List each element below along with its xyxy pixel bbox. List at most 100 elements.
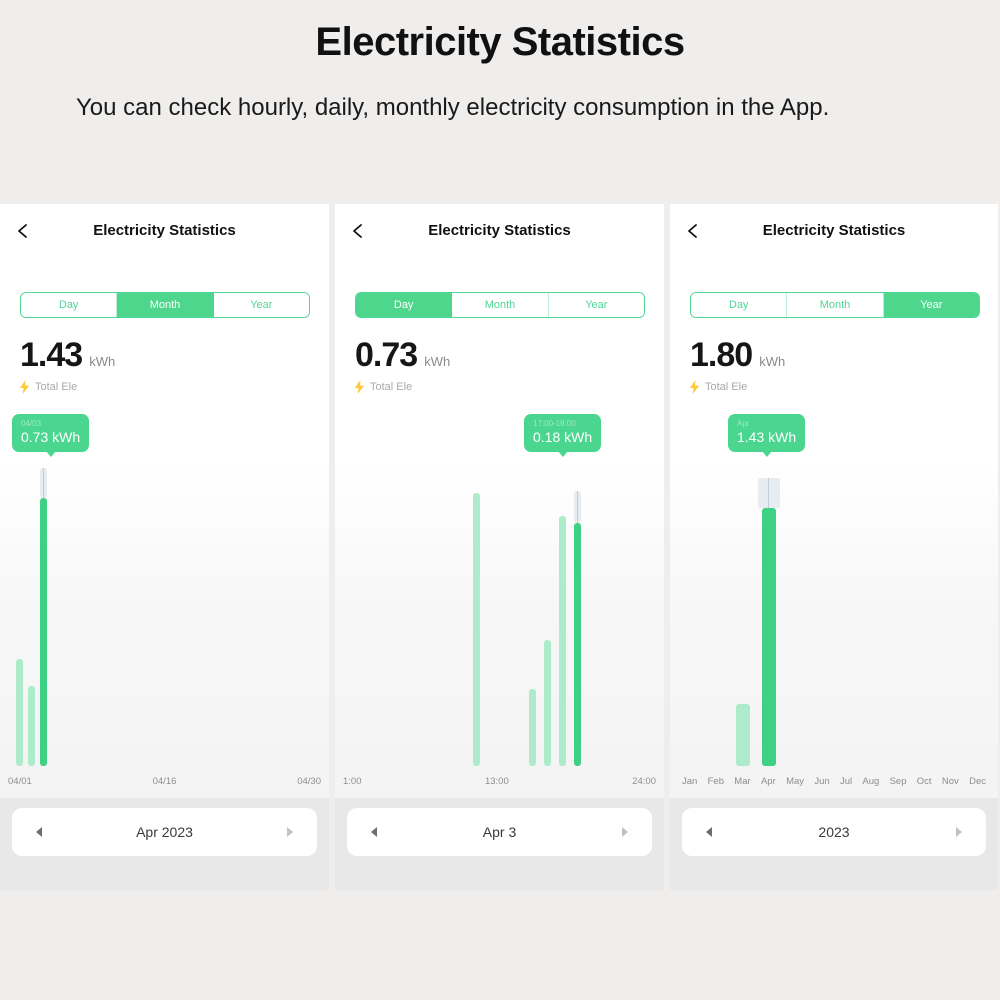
period-navigator[interactable]: 2023	[682, 808, 986, 856]
x-tick-mid: 04/16	[152, 776, 177, 787]
app-header: Electricity Statistics	[335, 204, 664, 262]
panel-body: Day Month Year 1.43 kWh Total Ele 04/03 …	[0, 262, 329, 890]
tab-day[interactable]: Day	[21, 293, 118, 317]
page-root: Electricity Statistics You can check hou…	[0, 0, 1000, 1000]
total-electricity-label-row: Total Ele	[354, 380, 412, 394]
bar-chart-year[interactable]: Apr 1.43 kWh Jan Feb Mar Apr May Jun Jul…	[670, 410, 998, 830]
chart-tooltip: 04/03 0.73 kWh	[12, 414, 90, 457]
triangle-right-icon[interactable]	[273, 808, 307, 856]
page-title: Electricity Statistics	[315, 20, 685, 64]
lightning-bolt-icon	[689, 380, 700, 394]
triangle-right-icon[interactable]	[942, 808, 976, 856]
x-tick-apr: Apr	[760, 776, 776, 787]
tab-year[interactable]: Year	[213, 293, 309, 317]
header-title: Electricity Statistics	[428, 222, 571, 239]
x-tick-aug: Aug	[862, 776, 880, 787]
x-tick-end: 24:00	[632, 776, 656, 787]
total-value: 1.43 kWh	[20, 338, 115, 372]
phone-panel-year: Electricity Statistics Day Month Year 1.…	[670, 204, 998, 890]
total-value: 0.73 kWh	[355, 338, 450, 372]
bar-chart-month[interactable]: 04/03 0.73 kWh 04/01 04/16 04/30	[0, 410, 329, 830]
period-segmented-control[interactable]: Day Month Year	[20, 292, 310, 318]
x-tick-oct: Oct	[916, 776, 932, 787]
total-value-unit: kWh	[759, 354, 786, 369]
app-header: Electricity Statistics	[670, 204, 998, 262]
header-title: Electricity Statistics	[93, 222, 236, 239]
triangle-left-icon[interactable]	[692, 808, 726, 856]
tooltip-value: 1.43 kWh	[737, 429, 797, 445]
x-axis-labels: 04/01 04/16 04/30	[8, 776, 321, 792]
period-label: 2023	[818, 824, 850, 840]
tab-month[interactable]: Month	[452, 293, 549, 317]
tooltip-caption: Apr	[737, 419, 750, 428]
x-tick-start: 04/01	[8, 776, 32, 787]
tab-day[interactable]: Day	[691, 293, 788, 317]
period-segmented-control[interactable]: Day Month Year	[690, 292, 980, 318]
total-electricity-label: Total Ele	[705, 381, 748, 393]
period-label: Apr 3	[482, 824, 517, 840]
bar-hour-17-18-selected[interactable]	[574, 523, 581, 766]
bar-apr-selected[interactable]	[762, 508, 776, 766]
bar-hour-15[interactable]	[529, 689, 536, 766]
selection-marker	[758, 478, 780, 508]
total-value-number: 1.43	[20, 336, 83, 374]
phone-screenshot-row: Electricity Statistics Day Month Year 1.…	[0, 204, 1000, 890]
selection-marker-line	[768, 478, 769, 508]
app-header: Electricity Statistics	[0, 204, 329, 262]
tooltip-value: 0.73 kWh	[21, 429, 81, 445]
plot-area	[8, 468, 321, 766]
x-axis-labels: Jan Feb Mar Apr May Jun Jul Aug Sep Oct …	[678, 776, 990, 792]
tab-year[interactable]: Year	[883, 293, 979, 317]
period-label: Apr 2023	[136, 824, 193, 840]
period-navigator[interactable]: Apr 3	[347, 808, 652, 856]
triangle-left-icon[interactable]	[22, 808, 56, 856]
bar-04-01[interactable]	[16, 659, 23, 766]
total-electricity-label: Total Ele	[35, 381, 78, 393]
chart-tooltip: 17:00-18:00 0.18 kWh	[524, 414, 602, 457]
tooltip-value: 0.18 kWh	[533, 429, 593, 445]
panel-footer: Apr 3	[335, 798, 664, 890]
period-segmented-control[interactable]: Day Month Year	[355, 292, 645, 318]
bar-hour-17[interactable]	[559, 516, 566, 766]
lightning-bolt-icon	[19, 380, 30, 394]
period-navigator[interactable]: Apr 2023	[12, 808, 317, 856]
x-tick-jun: Jun	[814, 776, 830, 787]
x-tick-may: May	[786, 776, 805, 787]
x-tick-sep: Sep	[889, 776, 907, 787]
x-tick-dec: Dec	[969, 776, 986, 787]
tooltip-caption: 04/03	[21, 419, 42, 428]
total-electricity-label: Total Ele	[370, 381, 413, 393]
total-value-number: 1.80	[690, 336, 753, 374]
panel-footer: Apr 2023	[0, 798, 329, 890]
x-axis-labels: 1:00 13:00 24:00	[343, 776, 656, 792]
tooltip-caption: 17:00-18:00	[533, 419, 576, 428]
chart-tooltip: Apr 1.43 kWh	[728, 414, 806, 457]
x-tick-feb: Feb	[707, 776, 724, 787]
x-tick-nov: Nov	[941, 776, 959, 787]
phone-panel-month: Electricity Statistics Day Month Year 1.…	[0, 204, 329, 890]
banner: Electricity Statistics You can check hou…	[0, 0, 1000, 200]
total-value-number: 0.73	[355, 336, 418, 374]
tab-year[interactable]: Year	[548, 293, 644, 317]
bar-hour-12[interactable]	[473, 493, 480, 766]
page-subtitle: You can check hourly, daily, monthly ele…	[76, 94, 830, 121]
panel-body: Day Month Year 1.80 kWh Total Ele Apr 1.…	[670, 262, 998, 890]
tab-day[interactable]: Day	[356, 293, 453, 317]
tab-month[interactable]: Month	[787, 293, 884, 317]
total-electricity-label-row: Total Ele	[689, 380, 747, 394]
total-value-unit: kWh	[424, 354, 451, 369]
panel-body: Day Month Year 0.73 kWh Total Ele 17:00-…	[335, 262, 664, 890]
panel-footer: 2023	[670, 798, 998, 890]
phone-panel-day: Electricity Statistics Day Month Year 0.…	[335, 204, 664, 890]
bar-chart-day[interactable]: 17:00-18:00 0.18 kWh 1:00 13:00 24:00	[335, 410, 664, 830]
triangle-left-icon[interactable]	[357, 808, 391, 856]
bar-hour-16[interactable]	[544, 640, 551, 766]
tab-month[interactable]: Month	[117, 293, 214, 317]
x-tick-jul: Jul	[839, 776, 853, 787]
bar-04-02[interactable]	[28, 686, 35, 766]
bar-mar[interactable]	[736, 704, 750, 766]
x-tick-jan: Jan	[682, 776, 698, 787]
x-tick-mar: Mar	[734, 776, 751, 787]
triangle-right-icon[interactable]	[608, 808, 642, 856]
bar-04-03-selected[interactable]	[40, 498, 47, 766]
